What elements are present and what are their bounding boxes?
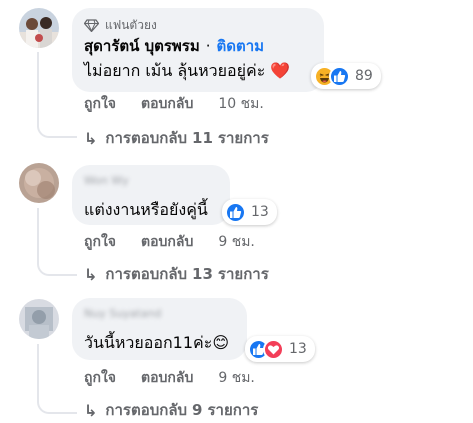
replies-suffix: รายการ xyxy=(217,265,269,283)
view-replies-link[interactable]: ↳ การตอบกลับ 9 รายการ xyxy=(84,399,258,421)
comment-text: แต่งงานหรือยังคู่นี้ xyxy=(84,199,208,219)
reaction-count: 13 xyxy=(251,204,269,220)
reply-button[interactable]: ตอบกลับ xyxy=(141,367,193,389)
like-icon xyxy=(225,201,246,223)
follow-button[interactable]: ติดตาม xyxy=(217,34,265,58)
reaction-summary[interactable]: 89 xyxy=(311,63,381,89)
like-button[interactable]: ถูกใจ xyxy=(84,93,116,115)
comment-actions: ถูกใจ ตอบกลับ 9 ชม. xyxy=(84,232,255,252)
reaction-summary[interactable]: 13 xyxy=(222,199,277,225)
replies-count: 13 xyxy=(192,265,213,283)
view-replies-link[interactable]: ↳ การตอบกลับ 13 รายการ xyxy=(84,263,269,285)
like-button[interactable]: ถูกใจ xyxy=(84,367,116,389)
view-replies-link[interactable]: ↳ การตอบกลับ 11 รายการ xyxy=(84,127,269,149)
replies-count: 9 xyxy=(192,401,203,419)
comment-text: วันนี้หวยออก11ค่ะ😊 xyxy=(84,332,230,352)
badge-label: แฟนตัวยง xyxy=(105,17,157,32)
reply-button[interactable]: ตอบกลับ xyxy=(141,231,193,253)
like-button[interactable]: ถูกใจ xyxy=(84,231,116,253)
separator-dot: · xyxy=(205,37,211,55)
timestamp[interactable]: 10 ชม. xyxy=(218,93,263,115)
thread-line xyxy=(37,344,39,396)
thread-connector xyxy=(37,396,77,414)
author-name[interactable]: Won Wy xyxy=(84,173,218,189)
top-fan-badge: แฟนตัวยง xyxy=(84,16,312,34)
comment-bubble: แฟนตัวยง สุดารัตน์ บุตรพรม · ติดตาม ไม่อ… xyxy=(72,8,324,92)
comment-actions: ถูกใจ ตอบกลับ 9 ชม. xyxy=(84,368,255,388)
reaction-count: 89 xyxy=(355,68,373,84)
reaction-count: 13 xyxy=(289,341,307,357)
comment-actions: ถูกใจ ตอบกลับ 10 ชม. xyxy=(84,94,264,114)
comment-bubble: Nuy Suyatand วันนี้หวยออก11ค่ะ😊 xyxy=(72,298,247,360)
timestamp[interactable]: 9 ชม. xyxy=(218,231,255,253)
replies-prefix: การตอบกลับ xyxy=(105,401,188,419)
thread-line xyxy=(37,52,39,120)
comment-text: ไม่อยาก เม้น ลุ้นหวยอยู่ค่ะ ❤️ xyxy=(84,60,291,80)
timestamp[interactable]: 9 ชม. xyxy=(218,367,255,389)
diamond-icon xyxy=(84,18,99,32)
replies-prefix: การตอบกลับ xyxy=(105,129,188,147)
avatar[interactable] xyxy=(19,163,59,203)
replies-prefix: การตอบกลับ xyxy=(105,265,188,283)
like-icon xyxy=(329,65,350,87)
author-name[interactable]: สุดารัตน์ บุตรพรม xyxy=(84,34,200,58)
replies-count: 11 xyxy=(192,129,213,147)
thread-connector xyxy=(37,258,77,276)
reaction-summary[interactable]: 13 xyxy=(245,336,315,362)
reply-arrow-icon: ↳ xyxy=(84,264,98,284)
thread-connector xyxy=(37,120,77,138)
comment-bubble: Won Wy แต่งงานหรือยังคู่นี้ xyxy=(72,165,230,225)
replies-suffix: รายการ xyxy=(217,129,269,147)
thread-line xyxy=(37,208,39,258)
reply-button[interactable]: ตอบกลับ xyxy=(141,93,193,115)
author-name[interactable]: Nuy Suyatand xyxy=(84,306,235,322)
reply-arrow-icon: ↳ xyxy=(84,400,98,420)
avatar[interactable] xyxy=(19,8,59,48)
reply-arrow-icon: ↳ xyxy=(84,128,98,148)
replies-suffix: รายการ xyxy=(207,401,259,419)
avatar[interactable] xyxy=(19,299,59,339)
love-icon xyxy=(263,338,284,360)
